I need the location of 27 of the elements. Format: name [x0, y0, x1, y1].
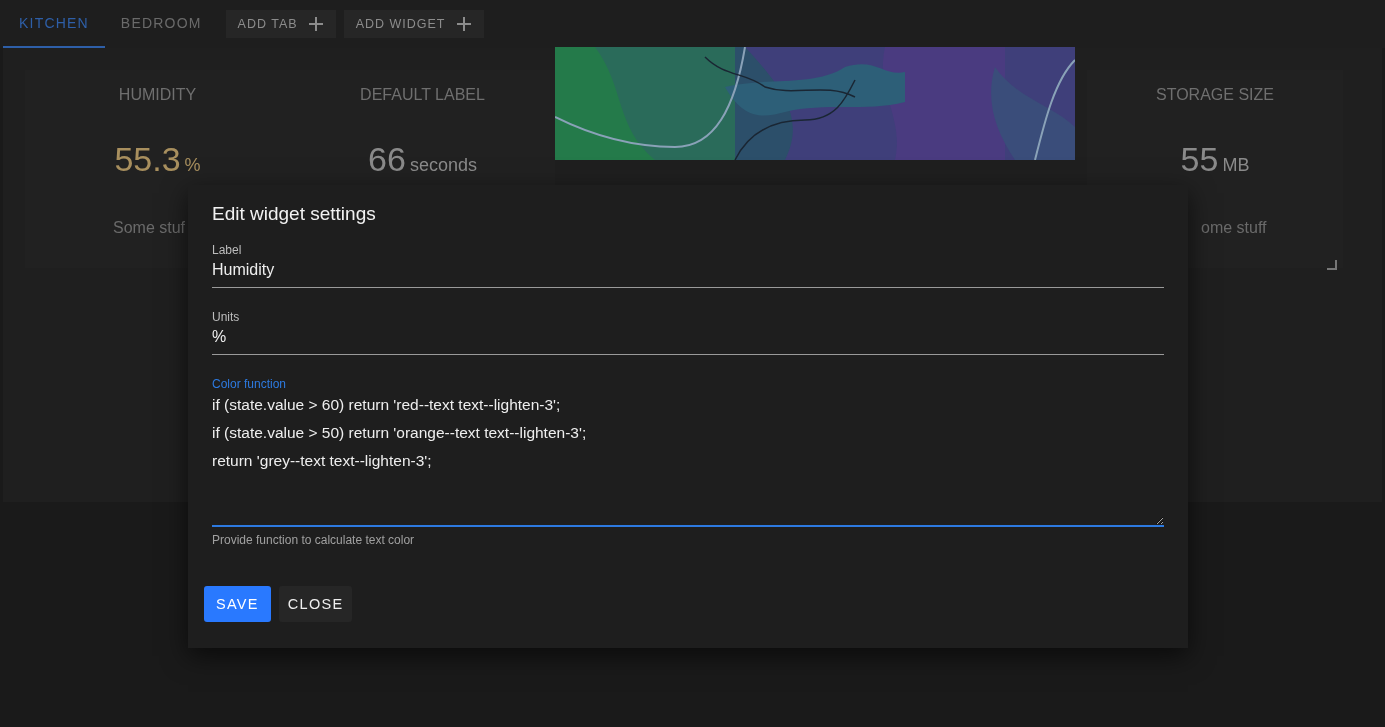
widget-value: 66 — [368, 140, 406, 179]
input-field[interactable]: % — [212, 324, 1164, 355]
plus-icon — [455, 16, 472, 32]
widget-value: 55 — [1180, 140, 1219, 179]
widget-title: STORAGE SIZE — [1156, 86, 1274, 104]
field-label: Label — [212, 243, 243, 257]
field-label: Color function — [212, 377, 288, 391]
widget-value: 55.3 — [114, 140, 181, 179]
widget-footer: Some stuf — [113, 219, 186, 237]
widget-unit: % — [184, 155, 201, 176]
dialog-title: Edit widget settings — [212, 203, 377, 225]
field-hint: Provide function to calculate text color — [212, 533, 416, 547]
textarea-field[interactable]: if (state.value > 60) return 'red--text text--lighten-3'; if (state.value > 50) return 'orange--text text--lighten-3'; return 'grey--text text--lighten-3'; — [212, 391, 1164, 527]
widget-unit: MB — [1222, 155, 1250, 176]
plus-icon — [307, 16, 324, 32]
toolbar-button[interactable]: ADD WIDGET — [343, 10, 484, 38]
widget-unit: seconds — [409, 155, 477, 176]
field-label: Units — [212, 310, 241, 324]
input-field[interactable]: Humidity — [212, 257, 1164, 288]
save-button[interactable]: SAVE — [204, 586, 271, 622]
toolbar-button[interactable]: ADD TAB — [225, 10, 336, 38]
close-button[interactable]: CLOSE — [278, 586, 353, 622]
widget-footer: ome stuff — [1201, 219, 1267, 237]
widget-title: DEFAULT LABEL — [360, 86, 485, 104]
tab[interactable]: BEDROOM — [104, 0, 218, 48]
resize-handle-icon[interactable] — [1327, 260, 1337, 270]
widget-title: HUMIDITY — [118, 86, 197, 104]
